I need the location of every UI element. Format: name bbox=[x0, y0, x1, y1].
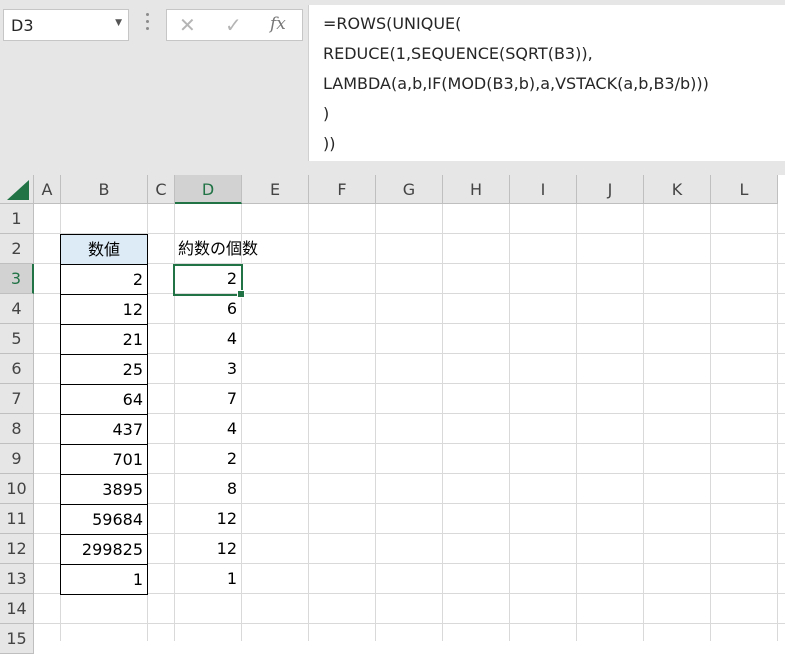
grid-line bbox=[643, 204, 644, 641]
name-box-value: D3 bbox=[11, 16, 34, 35]
row-header-1[interactable]: 1 bbox=[0, 204, 34, 234]
row-header-3[interactable]: 3 bbox=[0, 264, 34, 294]
formula-line: LAMBDA(a,b,IF(MOD(B3,b),a,VSTACK(a,b,B3/… bbox=[323, 74, 709, 93]
cell-b2[interactable]: 数値 bbox=[60, 234, 148, 265]
cell-d11[interactable]: 12 bbox=[174, 504, 241, 534]
row-header-15[interactable]: 15 bbox=[0, 624, 34, 654]
cell-b11[interactable]: 59684 bbox=[60, 504, 148, 535]
column-header-l[interactable]: L bbox=[711, 175, 778, 204]
select-all-icon bbox=[7, 180, 29, 200]
row-header-9[interactable]: 9 bbox=[0, 444, 34, 474]
cell-b12[interactable]: 299825 bbox=[60, 534, 148, 565]
grid-line bbox=[710, 204, 711, 641]
cell-d5[interactable]: 4 bbox=[174, 324, 241, 354]
cell-b5[interactable]: 21 bbox=[60, 324, 148, 355]
formula-input[interactable]: =ROWS(UNIQUE( REDUCE(1,SEQUENCE(SQRT(B3)… bbox=[308, 5, 785, 161]
row-header-8[interactable]: 8 bbox=[0, 414, 34, 444]
row-header-2[interactable]: 2 bbox=[0, 234, 34, 264]
formula-line: ) bbox=[323, 104, 330, 123]
cell-b3[interactable]: 2 bbox=[60, 264, 148, 295]
enter-icon[interactable]: ✓ bbox=[225, 13, 242, 37]
formula-line: =ROWS(UNIQUE( bbox=[323, 14, 462, 33]
grid-line bbox=[442, 204, 443, 641]
column-header-e[interactable]: E bbox=[242, 175, 309, 204]
name-box[interactable]: D3 ▼ bbox=[3, 9, 129, 41]
column-header-b[interactable]: B bbox=[61, 175, 148, 204]
cell-d10[interactable]: 8 bbox=[174, 474, 241, 504]
row-header-12[interactable]: 12 bbox=[0, 534, 34, 564]
column-header-k[interactable]: K bbox=[644, 175, 711, 204]
cell-d12[interactable]: 12 bbox=[174, 534, 241, 564]
grid-line bbox=[576, 204, 577, 641]
select-all-button[interactable] bbox=[0, 175, 34, 204]
column-header-f[interactable]: F bbox=[309, 175, 376, 204]
grid-line bbox=[308, 204, 309, 641]
cell-d4[interactable]: 6 bbox=[174, 294, 241, 324]
cell-b9[interactable]: 701 bbox=[60, 444, 148, 475]
cancel-icon[interactable]: ✕ bbox=[179, 13, 196, 37]
row-header-4[interactable]: 4 bbox=[0, 294, 34, 324]
row-header-7[interactable]: 7 bbox=[0, 384, 34, 414]
cell-d8[interactable]: 4 bbox=[174, 414, 241, 444]
cell-b7[interactable]: 64 bbox=[60, 384, 148, 415]
column-header-i[interactable]: I bbox=[510, 175, 577, 204]
column-header-d[interactable]: D bbox=[175, 175, 242, 204]
cell-b6[interactable]: 25 bbox=[60, 354, 148, 385]
grid-line bbox=[375, 204, 376, 641]
column-header-a[interactable]: A bbox=[34, 175, 61, 204]
row-header-11[interactable]: 11 bbox=[0, 504, 34, 534]
column-header-j[interactable]: J bbox=[577, 175, 644, 204]
cell-b13[interactable]: 1 bbox=[60, 564, 148, 595]
row-header-5[interactable]: 5 bbox=[0, 324, 34, 354]
grid-line bbox=[777, 204, 778, 641]
cell-b10[interactable]: 3895 bbox=[60, 474, 148, 505]
cell-d6[interactable]: 3 bbox=[174, 354, 241, 384]
fill-handle[interactable] bbox=[237, 290, 245, 298]
grid-line bbox=[509, 204, 510, 641]
cell-b8[interactable]: 437 bbox=[60, 414, 148, 445]
drag-handle-icon[interactable] bbox=[145, 13, 151, 33]
column-header-h[interactable]: H bbox=[443, 175, 510, 204]
cell-d7[interactable]: 7 bbox=[174, 384, 241, 414]
column-header-c[interactable]: C bbox=[148, 175, 175, 204]
cell-d2[interactable]: 約数の個数 bbox=[174, 234, 294, 264]
insert-function-icon[interactable]: fx bbox=[270, 14, 286, 34]
formula-line: )) bbox=[323, 134, 336, 153]
row-header-6[interactable]: 6 bbox=[0, 354, 34, 384]
active-cell-border bbox=[173, 264, 245, 298]
row-header-10[interactable]: 10 bbox=[0, 474, 34, 504]
cell-d13[interactable]: 1 bbox=[174, 564, 241, 594]
row-header-13[interactable]: 13 bbox=[0, 564, 34, 594]
formula-bar-area: D3 ▼ ✕ ✓ fx =ROWS(UNIQUE( REDUCE(1,SEQUE… bbox=[0, 0, 785, 175]
cell-d9[interactable]: 2 bbox=[174, 444, 241, 474]
cell-b4[interactable]: 12 bbox=[60, 294, 148, 325]
formula-line: REDUCE(1,SEQUENCE(SQRT(B3)), bbox=[323, 44, 593, 63]
row-header-14[interactable]: 14 bbox=[0, 594, 34, 624]
column-header-g[interactable]: G bbox=[376, 175, 443, 204]
formula-buttons: ✕ ✓ fx bbox=[166, 9, 303, 41]
chevron-down-icon[interactable]: ▼ bbox=[115, 18, 122, 28]
